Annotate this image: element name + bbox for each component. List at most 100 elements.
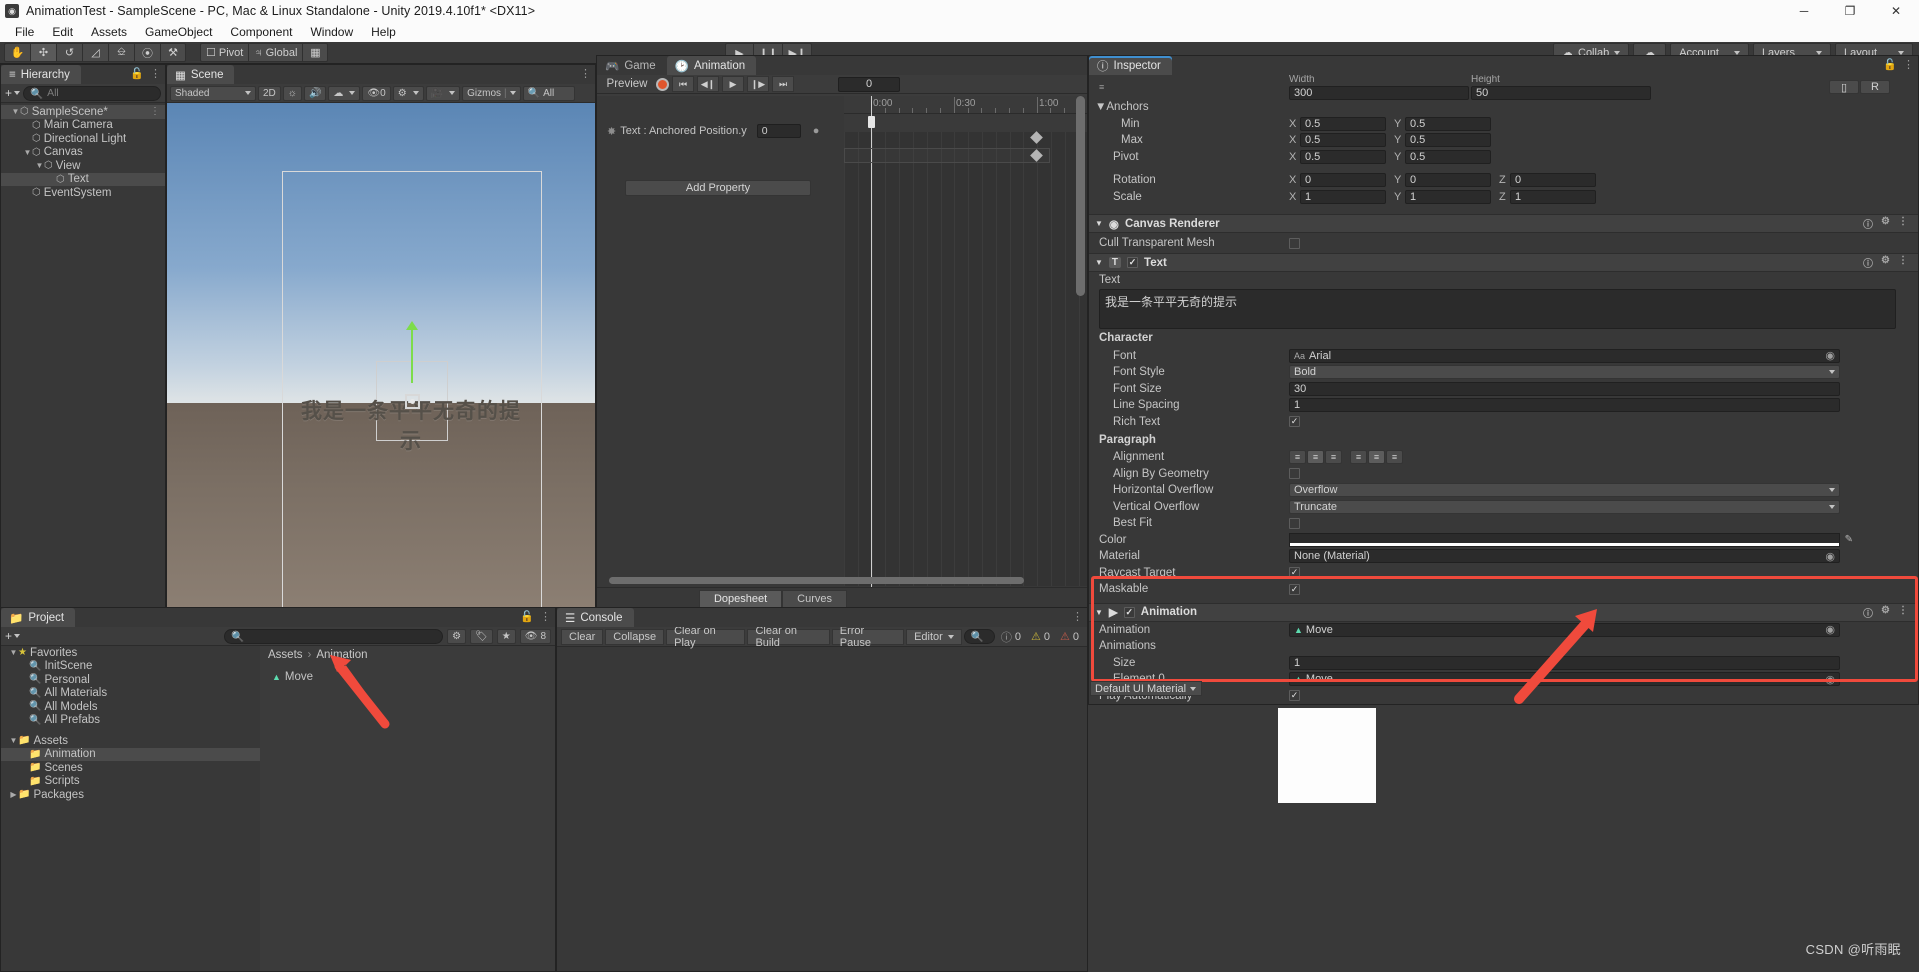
line-spacing-input[interactable]: 1: [1289, 398, 1840, 413]
prev-frame-button[interactable]: ◀❙: [697, 76, 719, 92]
menu-assets[interactable]: Assets: [82, 22, 136, 42]
hierarchy-search-input[interactable]: 🔍 All: [23, 85, 161, 101]
filter-by-label-icon[interactable]: 🏷: [470, 628, 493, 644]
menu-component[interactable]: Component: [221, 22, 301, 42]
font-size-input[interactable]: 30: [1289, 381, 1840, 396]
hierarchy-item-main-camera[interactable]: ⬡ Main Camera: [1, 119, 165, 133]
global-toggle[interactable]: ♃ Global: [248, 43, 303, 62]
font-style-dropdown[interactable]: Bold: [1289, 365, 1840, 380]
editor-dropdown[interactable]: Editor: [906, 628, 962, 645]
audio-toggle-icon[interactable]: 🔊: [303, 85, 327, 101]
raycast-target-checkbox[interactable]: ✓: [1289, 567, 1300, 579]
custom-tool-icon[interactable]: ⚒: [160, 43, 186, 62]
project-tree-item-scenes[interactable]: 📁 Scenes: [1, 761, 260, 775]
2d-toggle[interactable]: 2D: [258, 85, 281, 101]
panel-menu-icon[interactable]: ⋮: [150, 67, 161, 80]
hierarchy-item-directional-light[interactable]: ⬡ Directional Light: [1, 132, 165, 146]
animation-clip-object-field[interactable]: ▲ Move ◉: [1289, 622, 1840, 637]
close-button[interactable]: ✕: [1873, 0, 1919, 22]
height-input[interactable]: 50: [1471, 86, 1651, 100]
preview-label[interactable]: Preview: [601, 78, 653, 90]
component-menu-icon[interactable]: ⋮: [1898, 605, 1908, 620]
project-tree-item-initscene[interactable]: 🔍 InitScene: [1, 660, 260, 674]
object-picker-icon[interactable]: ◉: [1825, 673, 1835, 686]
object-picker-icon[interactable]: ◉: [1825, 349, 1835, 362]
panel-menu-icon[interactable]: ⋮: [580, 67, 591, 80]
move-gizmo-center-dot[interactable]: [410, 399, 415, 404]
breadcrumb-animation[interactable]: Animation: [316, 649, 367, 661]
timeline-playhead[interactable]: [871, 96, 872, 611]
align-top-icon[interactable]: ≡: [1350, 450, 1367, 465]
scale-tool-icon[interactable]: ◿: [82, 43, 108, 62]
component-menu-icon[interactable]: ⋮: [1898, 255, 1908, 270]
rotation-y-input[interactable]: 0: [1405, 173, 1491, 188]
horizontal-overflow-dropdown[interactable]: Overflow: [1289, 483, 1840, 498]
animation-timeline[interactable]: 0:00 0:30 1:00: [844, 96, 1087, 611]
scale-z-input[interactable]: 1: [1510, 189, 1596, 204]
hierarchy-add-button[interactable]: +: [5, 86, 21, 100]
foldout-arrow-icon[interactable]: ▼: [1095, 258, 1103, 267]
project-tree-item-all-materials[interactable]: 🔍 All Materials: [1, 687, 260, 701]
camera-dropdown[interactable]: 🎥: [425, 85, 461, 101]
lock-icon[interactable]: 🔓: [520, 610, 534, 623]
animations-element0-object-field[interactable]: ▲ Move ◉: [1289, 672, 1840, 687]
align-left-icon[interactable]: ≡: [1289, 450, 1306, 465]
rect-tool-icon[interactable]: ⎒: [108, 43, 134, 62]
panel-menu-icon[interactable]: ⋮: [1903, 58, 1914, 71]
tab-animation[interactable]: 🕑 Animation: [666, 56, 757, 75]
menu-gameobject[interactable]: GameObject: [136, 22, 221, 42]
component-menu-icon[interactable]: ⋮: [1898, 216, 1908, 231]
foldout-arrow-icon[interactable]: ▶: [9, 790, 18, 799]
project-asset-item[interactable]: ▲ Move: [268, 670, 555, 684]
play-automatically-checkbox[interactable]: ✓: [1289, 690, 1300, 702]
scene-visibility-icon[interactable]: 👁0: [362, 85, 391, 101]
animation-property-value[interactable]: 0: [756, 124, 801, 138]
current-frame-input[interactable]: 0: [838, 76, 900, 92]
pivot-toggle[interactable]: ☐ Pivot: [200, 43, 249, 62]
anchors-foldout[interactable]: ▼ Anchors: [1089, 99, 1918, 116]
align-right-icon[interactable]: ≡: [1325, 450, 1342, 465]
foldout-arrow-icon[interactable]: ▼: [1095, 219, 1103, 228]
project-tree-item-animation[interactable]: 📁 Animation: [1, 747, 260, 761]
text-component-enabled-checkbox[interactable]: ✓: [1127, 257, 1139, 268]
project-tree-item-assets[interactable]: ▼ 📁 Assets: [1, 734, 260, 748]
scale-y-input[interactable]: 1: [1405, 189, 1491, 204]
console-search-input[interactable]: 🔍: [963, 629, 995, 644]
default-ui-material-label[interactable]: Default UI Material: [1090, 681, 1202, 696]
animation-component-header[interactable]: ▼ ▶ ✓ Animation ⓘ ⚙ ⋮: [1089, 602, 1918, 622]
align-bottom-icon[interactable]: ≡: [1386, 450, 1403, 465]
align-middle-icon[interactable]: ≡: [1368, 450, 1385, 465]
transform-tool-icon[interactable]: ⦿: [134, 43, 160, 62]
timeline-ruler[interactable]: 0:00 0:30 1:00: [844, 96, 1087, 114]
foldout-arrow-icon[interactable]: ▼: [23, 148, 32, 157]
material-object-field[interactable]: None (Material) ◉: [1289, 549, 1840, 564]
menu-edit[interactable]: Edit: [43, 22, 82, 42]
timeline-vertical-scrollbar[interactable]: [1076, 96, 1085, 296]
foldout-arrow-icon[interactable]: ▼: [1095, 608, 1103, 617]
hierarchy-item-samplescene[interactable]: ▼ ⬡ SampleScene* ⋮: [1, 105, 165, 119]
project-tree-item-all-prefabs[interactable]: 🔍 All Prefabs: [1, 714, 260, 728]
pivot-y-input[interactable]: 0.5: [1405, 149, 1491, 164]
project-tree-item-all-models[interactable]: 🔍 All Models: [1, 700, 260, 714]
text-component-header[interactable]: ▼ T ✓ Text ⓘ ⚙ ⋮: [1089, 253, 1918, 272]
anchors-max-y-input[interactable]: 0.5: [1405, 133, 1491, 148]
font-object-field[interactable]: Aa Arial ◉: [1289, 348, 1840, 363]
hidden-packages-count[interactable]: 👁 8: [519, 628, 551, 644]
blueprint-icon[interactable]: ▯: [1829, 80, 1859, 94]
add-property-button[interactable]: Add Property: [625, 180, 811, 196]
canvas-renderer-header[interactable]: ▼ ◉ Canvas Renderer ⓘ ⚙ ⋮: [1089, 214, 1918, 233]
last-frame-button[interactable]: ⏭: [772, 76, 794, 92]
animation-property-row[interactable]: ✸ Text : Anchored Position.y 0 ●: [597, 122, 844, 140]
error-pause-button[interactable]: Error Pause: [831, 625, 905, 649]
lock-icon[interactable]: 🔓: [130, 67, 144, 80]
panel-menu-icon[interactable]: ⋮: [1072, 610, 1083, 623]
preset-icon[interactable]: ⚙: [1881, 255, 1890, 270]
project-search-input[interactable]: 🔍: [224, 628, 444, 644]
lighting-toggle-icon[interactable]: ☼: [282, 85, 302, 101]
help-icon[interactable]: ⓘ: [1863, 255, 1873, 270]
grid-snap-icon[interactable]: ▦: [302, 43, 329, 62]
rotation-x-input[interactable]: 0: [1300, 173, 1386, 188]
move-tool-icon[interactable]: ✣: [30, 43, 56, 62]
warning-count-badge[interactable]: ⚠ 0: [1027, 630, 1054, 644]
foldout-arrow-icon[interactable]: ▼: [11, 107, 20, 116]
